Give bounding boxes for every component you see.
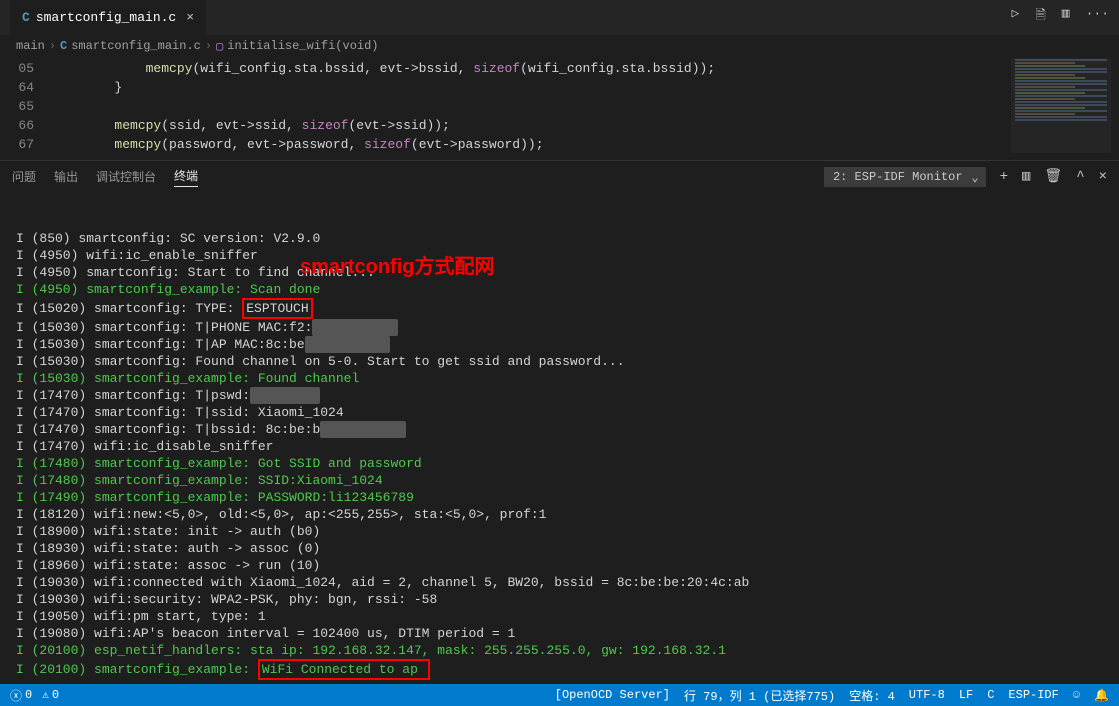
terminal-line: I (20100) smartconfig_example: WiFi Conn…: [16, 659, 1111, 680]
terminal-line: I (17470) wifi:ic_disable_sniffer: [16, 438, 1111, 455]
terminal-line: I (19030) wifi:security: WPA2-PSK, phy: …: [16, 591, 1111, 608]
terminal-line: I (17470) smartconfig: T|ssid: Xiaomi_10…: [16, 404, 1111, 421]
title-actions: ▷ 🗎 ▥ ···: [1011, 6, 1109, 28]
terminal-line: I (20100) esp_netif_handlers: sta ip: 19…: [16, 642, 1111, 659]
close-panel-icon[interactable]: ×: [1099, 169, 1107, 185]
status-encoding[interactable]: UTF-8: [909, 688, 945, 702]
terminal-line: I (15030) smartconfig: Found channel on …: [16, 353, 1111, 370]
terminal-line: I (19080) wifi:AP's beacon interval = 10…: [16, 625, 1111, 642]
status-openocd[interactable]: [OpenOCD Server]: [555, 688, 670, 702]
code-text[interactable]: memcpy(ssid, evt->ssid, sizeof(evt->ssid…: [52, 116, 450, 135]
split-editor-icon[interactable]: ▥: [1062, 6, 1070, 28]
status-idf[interactable]: ESP-IDF: [1008, 688, 1058, 702]
breadcrumb-item[interactable]: main: [16, 39, 45, 53]
status-eol[interactable]: LF: [959, 688, 973, 702]
chevron-right-icon: ›: [49, 39, 56, 53]
tab-problems[interactable]: 问题: [12, 168, 36, 185]
panel-bar: 问题 输出 调试控制台 终端 2: ESP-IDF Monitor + ▥ 🗑 …: [0, 160, 1119, 192]
terminal-line: I (18900) wifi:state: init -> auth (b0): [16, 523, 1111, 540]
panel-actions: 2: ESP-IDF Monitor + ▥ 🗑 ^ ×: [824, 167, 1107, 187]
terminal-line: I (850) smartconfig: SC version: V2.9.0: [16, 230, 1111, 247]
code-line: 67 memcpy(password, evt->password, sizeo…: [0, 135, 1119, 154]
terminal-line: I (17480) smartconfig_example: SSID:Xiao…: [16, 472, 1111, 489]
tab-debug-console[interactable]: 调试控制台: [96, 168, 156, 185]
line-number: 64: [0, 78, 52, 97]
terminal-line: I (23120) smartconfig_example: smartconf…: [16, 680, 1111, 682]
terminal-line: I (19030) wifi:connected with Xiaomi_102…: [16, 574, 1111, 591]
file-icon[interactable]: 🗎: [1035, 6, 1045, 28]
status-warnings[interactable]: ⚠ 0: [42, 688, 59, 702]
terminal-line: I (4950) smartconfig: Start to find chan…: [16, 264, 1111, 281]
terminal-output[interactable]: smartconfig方式配网 I (850) smartconfig: SC …: [0, 192, 1119, 682]
terminal-line: I (15030) smartconfig: T|PHONE MAC:f2:: [16, 319, 1111, 336]
trash-icon[interactable]: 🗑: [1044, 168, 1062, 185]
terminal-line: I (18960) wifi:state: assoc -> run (10): [16, 557, 1111, 574]
tab-bar: C smartconfig_main.c × ▷ 🗎 ▥ ···: [0, 0, 1119, 35]
terminal-line: I (4950) smartconfig_example: Scan done: [16, 281, 1111, 298]
new-terminal-icon[interactable]: +: [1000, 169, 1008, 185]
code-line: 65: [0, 97, 1119, 116]
code-line: 05 memcpy(wifi_config.sta.bssid, evt->bs…: [0, 59, 1119, 78]
editor[interactable]: 05 memcpy(wifi_config.sta.bssid, evt->bs…: [0, 57, 1119, 160]
terminal-line: I (15030) smartconfig: T|AP MAC:8c:be: [16, 336, 1111, 353]
terminal-line: I (17490) smartconfig_example: PASSWORD:…: [16, 489, 1111, 506]
terminal-line: I (4950) wifi:ic_enable_sniffer: [16, 247, 1111, 264]
more-icon[interactable]: ···: [1086, 6, 1109, 28]
line-number: 67: [0, 135, 52, 154]
status-cursor[interactable]: 行 79，列 1 (已选择775): [684, 687, 835, 704]
terminal-line: I (19050) wifi:pm start, type: 1: [16, 608, 1111, 625]
minimap[interactable]: [1011, 58, 1111, 153]
code-text[interactable]: }: [52, 78, 122, 97]
maximize-icon[interactable]: ^: [1076, 169, 1084, 185]
line-number: 66: [0, 116, 52, 135]
feedback-icon[interactable]: ☺: [1073, 688, 1080, 702]
code-text[interactable]: memcpy(wifi_config.sta.bssid, evt->bssid…: [52, 59, 715, 78]
terminal-line: I (15030) smartconfig_example: Found cha…: [16, 370, 1111, 387]
code-text[interactable]: memcpy(password, evt->password, sizeof(e…: [52, 135, 544, 154]
terminal-line: I (17470) smartconfig: T|bssid: 8c:be:b: [16, 421, 1111, 438]
terminal-line: I (15020) smartconfig: TYPE: ESPTOUCH: [16, 298, 1111, 319]
line-number: 05: [0, 59, 52, 78]
breadcrumb[interactable]: main › C smartconfig_main.c › ▢ initiali…: [0, 35, 1119, 57]
c-file-icon: C: [22, 10, 30, 25]
status-language[interactable]: C: [987, 688, 994, 702]
tab-filename: smartconfig_main.c: [36, 10, 176, 25]
terminal-line: I (17480) smartconfig_example: Got SSID …: [16, 455, 1111, 472]
terminal-line: I (18930) wifi:state: auth -> assoc (0): [16, 540, 1111, 557]
breadcrumb-func[interactable]: initialise_wifi(void): [227, 39, 378, 53]
bell-icon[interactable]: 🔔: [1094, 688, 1109, 703]
tab-output[interactable]: 输出: [54, 168, 78, 185]
status-bar: ⓧ 0 ⚠ 0 [OpenOCD Server] 行 79，列 1 (已选择77…: [0, 684, 1119, 706]
split-terminal-icon[interactable]: ▥: [1022, 168, 1030, 185]
terminal-line: I (17470) smartconfig: T|pswd:: [16, 387, 1111, 404]
breadcrumb-file[interactable]: smartconfig_main.c: [71, 39, 201, 53]
c-file-icon: C: [60, 39, 67, 53]
code-line: 66 memcpy(ssid, evt->ssid, sizeof(evt->s…: [0, 116, 1119, 135]
warning-icon: ⚠: [42, 688, 49, 702]
terminal-line: I (18120) wifi:new:<5,0>, old:<5,0>, ap:…: [16, 506, 1111, 523]
function-icon: ▢: [216, 39, 223, 54]
close-icon[interactable]: ×: [186, 10, 194, 25]
terminal-selector[interactable]: 2: ESP-IDF Monitor: [824, 167, 986, 187]
code-line: 64 }: [0, 78, 1119, 97]
annotation-text: smartconfig方式配网: [300, 259, 494, 276]
chevron-right-icon: ›: [205, 39, 212, 53]
status-spaces[interactable]: 空格: 4: [849, 687, 895, 704]
error-icon: ⓧ: [10, 687, 22, 704]
editor-tab[interactable]: C smartconfig_main.c ×: [10, 0, 206, 35]
tab-terminal[interactable]: 终端: [174, 167, 198, 187]
status-errors[interactable]: ⓧ 0: [10, 687, 32, 704]
line-number: 65: [0, 97, 52, 116]
run-icon[interactable]: ▷: [1011, 6, 1019, 28]
